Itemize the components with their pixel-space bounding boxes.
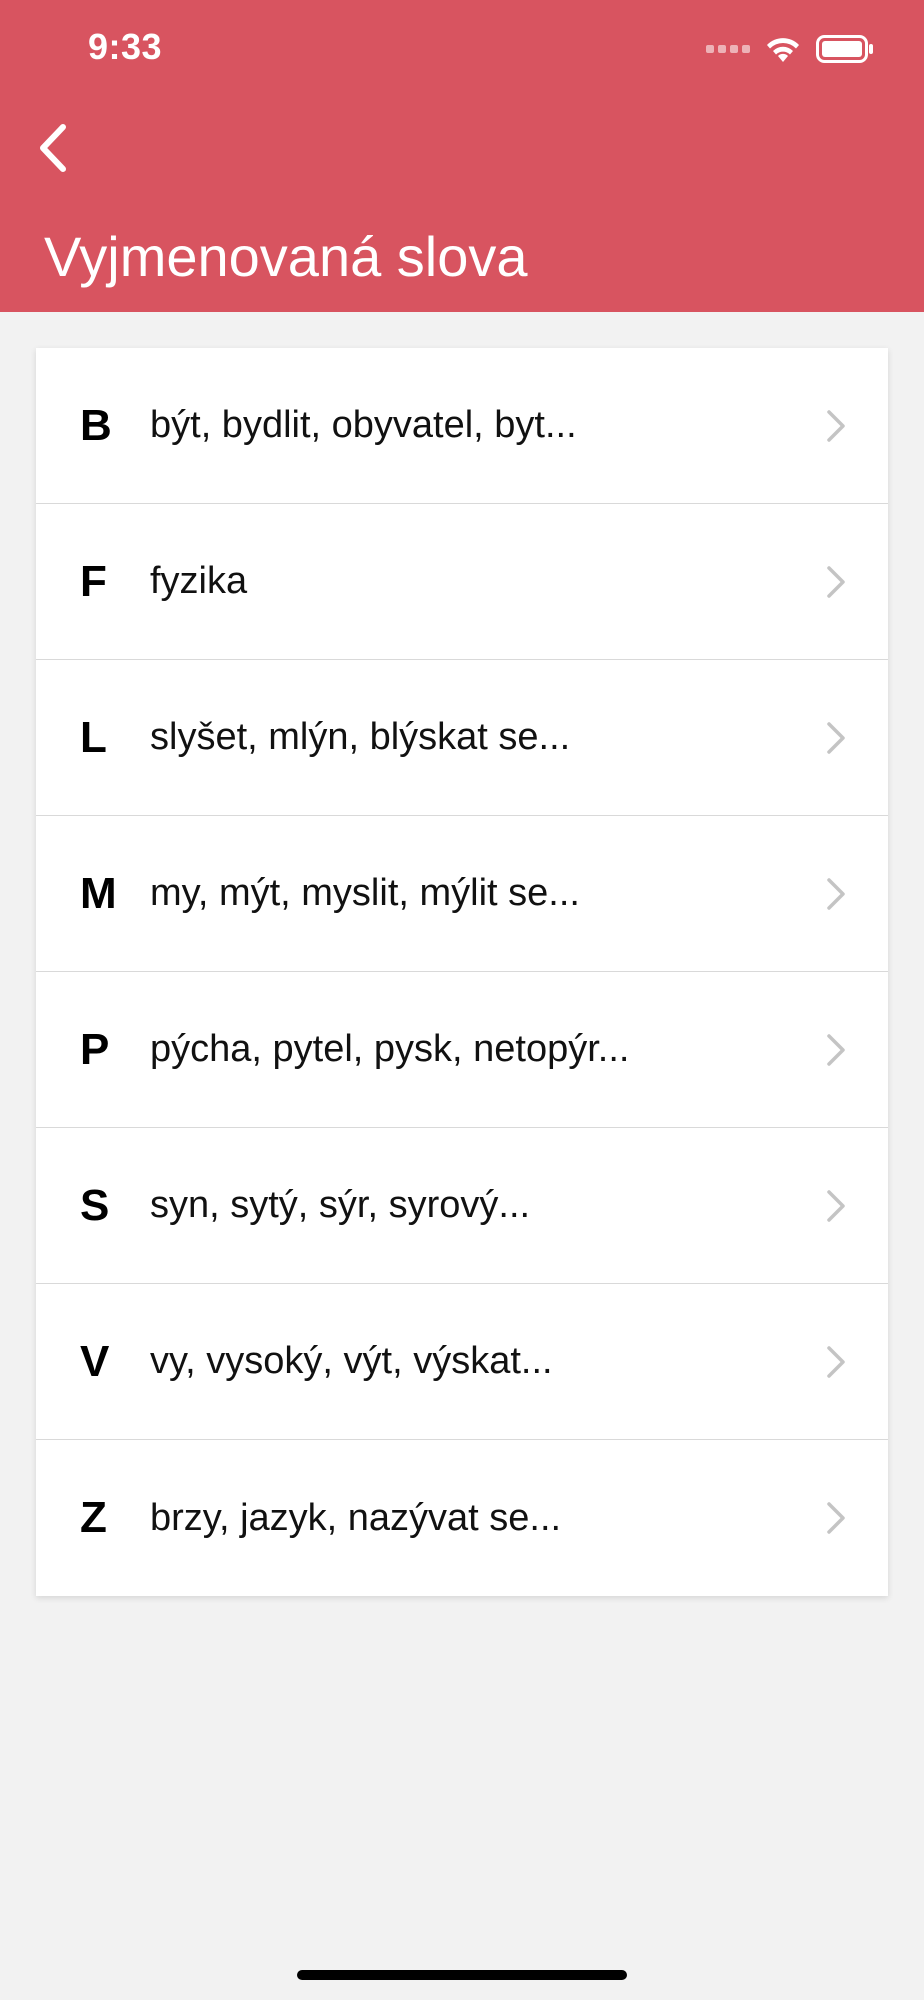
battery-icon: [816, 35, 873, 63]
list-item-l[interactable]: L slyšet, mlýn, blýskat se...: [36, 660, 888, 816]
back-button[interactable]: [20, 116, 84, 180]
item-words: fyzika: [150, 560, 248, 602]
item-words: být, bydlit, obyvatel, byt...: [150, 404, 577, 446]
list-item-p[interactable]: P pýcha, pytel, pysk, netopýr...: [36, 972, 888, 1128]
list-item-v[interactable]: V vy, vysoký, výt, výskat...: [36, 1284, 888, 1440]
item-letter: M: [80, 868, 117, 918]
signal-icon: [706, 45, 750, 53]
chevron-right-icon: [827, 1345, 845, 1378]
item-words: pýcha, pytel, pysk, netopýr...: [150, 1028, 630, 1070]
chevron-right-icon: [827, 409, 845, 442]
chevron-left-icon: [40, 124, 66, 172]
item-words: syn, sytý, sýr, syrový...: [150, 1184, 531, 1226]
words-list: B být, bydlit, obyvatel, byt... F fyzika…: [36, 348, 888, 1596]
screen: 9:33 Vyjmenovaná slova B být, bydlit, ob…: [0, 0, 924, 2000]
chevron-right-icon: [827, 1033, 845, 1066]
chevron-right-icon: [827, 565, 845, 598]
chevron-right-icon: [827, 1189, 845, 1222]
wifi-icon: [767, 38, 799, 62]
item-words: slyšet, mlýn, blýskat se...: [150, 716, 571, 758]
list-item-m[interactable]: M my, mýt, myslit, mýlit se...: [36, 816, 888, 972]
list-item-z[interactable]: Z brzy, jazyk, nazývat se...: [36, 1440, 888, 1596]
chevron-right-icon: [827, 877, 845, 910]
list-item-s[interactable]: S syn, sytý, sýr, syrový...: [36, 1128, 888, 1284]
status-icons: [706, 34, 874, 64]
item-words: my, mýt, myslit, mýlit se...: [150, 872, 580, 914]
item-letter: P: [80, 1024, 110, 1074]
status-time: 9:33: [88, 26, 163, 67]
home-indicator[interactable]: [297, 1970, 627, 1980]
header-bar: 9:33 Vyjmenovaná slova: [0, 0, 924, 312]
page-title: Vyjmenovaná slova: [44, 225, 528, 288]
item-letter: L: [80, 712, 107, 762]
item-letter: B: [80, 400, 112, 450]
list-item-b[interactable]: B být, bydlit, obyvatel, byt...: [36, 348, 888, 504]
list-item-f[interactable]: F fyzika: [36, 504, 888, 660]
item-letter: S: [80, 1180, 110, 1230]
item-words: vy, vysoký, výt, výskat...: [150, 1340, 553, 1382]
chevron-right-icon: [827, 1502, 845, 1534]
chevron-right-icon: [827, 721, 845, 754]
item-words: brzy, jazyk, nazývat se...: [150, 1496, 562, 1539]
item-letter: V: [80, 1336, 110, 1386]
item-letter: F: [80, 556, 107, 606]
item-letter: Z: [80, 1493, 107, 1542]
